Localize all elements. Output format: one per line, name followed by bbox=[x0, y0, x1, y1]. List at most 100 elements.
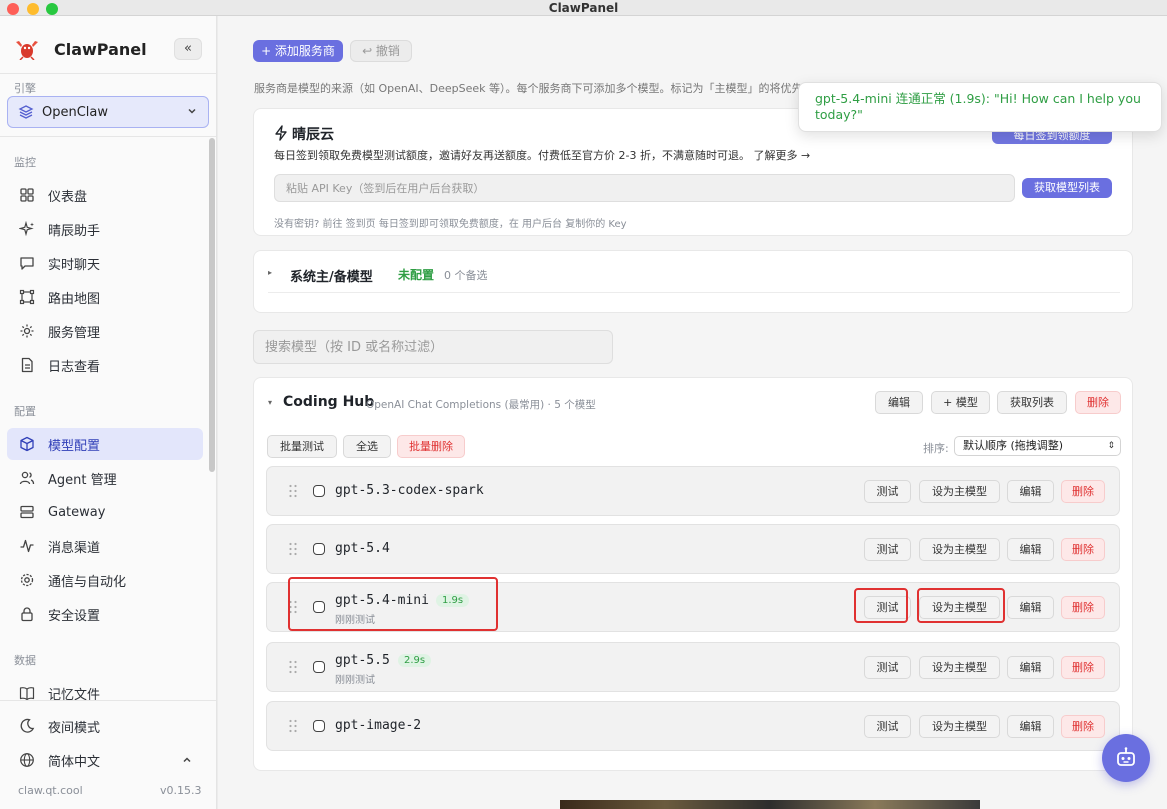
sidebar-item-label: 模型配置 bbox=[48, 438, 101, 454]
fetch-list-button[interactable]: 获取列表 bbox=[997, 391, 1067, 414]
sort-select[interactable]: 默认顺序 (拖拽调整) ⇕ bbox=[954, 436, 1121, 456]
footer-url[interactable]: claw.qt.cool bbox=[18, 784, 83, 797]
delete-model-button[interactable]: 删除 bbox=[1061, 480, 1105, 503]
model-checkbox[interactable] bbox=[313, 601, 325, 613]
section-label-monitor: 监控 bbox=[14, 156, 36, 169]
grid-icon bbox=[20, 188, 34, 202]
engine-section-label: 引擎 bbox=[14, 82, 36, 95]
test-model-button[interactable]: 测试 bbox=[864, 538, 911, 561]
sidebar-item-memory[interactable]: 记忆文件 bbox=[7, 677, 203, 709]
model-checkbox[interactable] bbox=[313, 661, 325, 673]
undo-button[interactable]: ↩ 撤销 bbox=[350, 40, 412, 62]
assistant-fab-button[interactable] bbox=[1102, 734, 1150, 782]
window-title: ClawPanel bbox=[548, 1, 619, 15]
sidebar-item-agents[interactable]: Agent 管理 bbox=[7, 462, 203, 494]
sidebar-item-logs[interactable]: 日志查看 bbox=[7, 349, 203, 381]
drag-handle-icon[interactable] bbox=[288, 541, 298, 557]
model-row[interactable]: gpt-5.3-codex-spark 测试 设为主模型 编辑 删除 bbox=[266, 466, 1120, 516]
test-model-button[interactable]: 测试 bbox=[864, 596, 911, 619]
set-primary-button[interactable]: 设为主模型 bbox=[919, 596, 1000, 619]
model-row[interactable]: gpt-5.5 2.9s 刚刚测试 测试 设为主模型 编辑 删除 bbox=[266, 642, 1120, 692]
set-primary-button[interactable]: 设为主模型 bbox=[919, 538, 1000, 561]
sidebar-item-label: 安全设置 bbox=[48, 608, 101, 624]
drag-handle-icon[interactable] bbox=[288, 599, 298, 615]
model-checkbox[interactable] bbox=[313, 485, 325, 497]
batch-test-button[interactable]: 批量测试 bbox=[267, 435, 337, 458]
updown-chevron-icon: ⇕ bbox=[1107, 441, 1115, 451]
layers-icon bbox=[18, 105, 34, 119]
drag-handle-icon[interactable] bbox=[288, 483, 298, 499]
dark-mode-toggle[interactable]: 夜间模式 bbox=[7, 710, 203, 742]
edit-model-button[interactable]: 编辑 bbox=[1007, 715, 1054, 738]
sidebar-item-gateway[interactable]: Gateway bbox=[7, 496, 203, 528]
drag-handle-icon[interactable] bbox=[288, 718, 298, 734]
language-select[interactable]: 简体中文 bbox=[7, 744, 203, 776]
model-name: gpt-5.5 bbox=[335, 653, 390, 668]
users-icon bbox=[19, 471, 35, 485]
settings-icon bbox=[20, 573, 34, 587]
edit-model-button[interactable]: 编辑 bbox=[1007, 538, 1054, 561]
test-model-button[interactable]: 测试 bbox=[864, 715, 911, 738]
model-search-input[interactable]: 搜索模型（按 ID 或名称过滤） bbox=[253, 330, 613, 364]
collapse-sidebar-button[interactable]: « bbox=[174, 38, 202, 60]
sidebar-item-label: 通信与自动化 bbox=[48, 574, 127, 590]
promo-note: 没有密钥? 前往 签到页 每日签到即可领取免费额度，在 用户后台 复制你的 Ke… bbox=[274, 219, 627, 230]
model-row[interactable]: gpt-5.4-mini 1.9s 刚刚测试 测试 设为主模型 编辑 删除 bbox=[266, 582, 1120, 632]
add-model-button[interactable]: + 模型 bbox=[931, 391, 990, 414]
provider-hint: 服务商是模型的来源（如 OpenAI、DeepSeek 等）。每个服务商下可添加… bbox=[254, 82, 803, 95]
select-all-button[interactable]: 全选 bbox=[343, 435, 391, 458]
model-checkbox[interactable] bbox=[313, 720, 325, 732]
pulse-icon bbox=[20, 539, 34, 553]
file-icon bbox=[21, 357, 33, 373]
divider bbox=[0, 73, 216, 74]
delete-model-button[interactable]: 删除 bbox=[1061, 715, 1105, 738]
set-primary-button[interactable]: 设为主模型 bbox=[919, 480, 1000, 503]
sidebar-item-chat[interactable]: 实时聊天 bbox=[7, 247, 203, 279]
divider bbox=[268, 292, 1120, 293]
test-model-button[interactable]: 测试 bbox=[864, 480, 911, 503]
edit-provider-button[interactable]: 编辑 bbox=[875, 391, 923, 414]
sidebar-item-assistant[interactable]: 晴辰助手 bbox=[7, 213, 203, 245]
model-row[interactable]: gpt-5.4 测试 设为主模型 编辑 删除 bbox=[266, 524, 1120, 574]
add-provider-button[interactable]: + 添加服务商 bbox=[253, 40, 343, 62]
test-model-button[interactable]: 测试 bbox=[864, 656, 911, 679]
brand: ClawPanel bbox=[14, 38, 147, 60]
delete-model-button[interactable]: 删除 bbox=[1061, 596, 1105, 619]
chevron-up-icon bbox=[183, 757, 191, 763]
sidebar-item-model-config[interactable]: 模型配置 bbox=[7, 428, 203, 460]
delete-model-button[interactable]: 删除 bbox=[1061, 538, 1105, 561]
sidebar-item-label: 消息渠道 bbox=[48, 540, 101, 556]
sidebar: ClawPanel « 引擎 OpenClaw 监控 仪表盘 晴辰助手 实时聊天… bbox=[0, 16, 217, 809]
main-content: + 添加服务商 ↩ 撤销 服务商是模型的来源（如 OpenAI、DeepSeek… bbox=[218, 16, 1167, 809]
caret-down-icon[interactable]: ▾ bbox=[268, 398, 272, 407]
set-primary-button[interactable]: 设为主模型 bbox=[919, 656, 1000, 679]
brand-name: ClawPanel bbox=[54, 39, 147, 59]
provider-name: Coding Hub bbox=[283, 394, 375, 410]
fetch-model-list-button[interactable]: 获取模型列表 bbox=[1022, 178, 1112, 198]
globe-icon bbox=[20, 753, 34, 767]
set-primary-button[interactable]: 设为主模型 bbox=[919, 715, 1000, 738]
model-checkbox[interactable] bbox=[313, 543, 325, 555]
sidebar-item-channels[interactable]: 消息渠道 bbox=[7, 530, 203, 562]
lightning-icon bbox=[275, 125, 287, 141]
edit-model-button[interactable]: 编辑 bbox=[1007, 656, 1054, 679]
model-row[interactable]: gpt-image-2 测试 设为主模型 编辑 删除 bbox=[266, 701, 1120, 751]
edit-model-button[interactable]: 编辑 bbox=[1007, 480, 1054, 503]
api-key-input[interactable]: 粘贴 API Key（签到后在用户后台获取） bbox=[274, 174, 1015, 202]
batch-delete-button[interactable]: 批量删除 bbox=[397, 435, 465, 458]
sidebar-item-label: 日志查看 bbox=[48, 359, 101, 375]
drag-handle-icon[interactable] bbox=[288, 659, 298, 675]
system-model-card[interactable]: ▸ 系统主/备模型 未配置 0 个备选 bbox=[253, 250, 1133, 313]
sidebar-scrollbar[interactable] bbox=[209, 138, 215, 472]
sidebar-item-route-map[interactable]: 路由地图 bbox=[7, 281, 203, 313]
sidebar-item-automation[interactable]: 通信与自动化 bbox=[7, 564, 203, 596]
tested-status: 刚刚测试 bbox=[335, 615, 375, 626]
sidebar-item-services[interactable]: 服务管理 bbox=[7, 315, 203, 347]
sidebar-item-security[interactable]: 安全设置 bbox=[7, 598, 203, 630]
edit-model-button[interactable]: 编辑 bbox=[1007, 596, 1054, 619]
route-icon bbox=[19, 289, 35, 305]
engine-select[interactable]: OpenClaw bbox=[7, 96, 209, 128]
sidebar-item-dashboard[interactable]: 仪表盘 bbox=[7, 179, 203, 211]
delete-provider-button[interactable]: 删除 bbox=[1075, 391, 1121, 414]
delete-model-button[interactable]: 删除 bbox=[1061, 656, 1105, 679]
